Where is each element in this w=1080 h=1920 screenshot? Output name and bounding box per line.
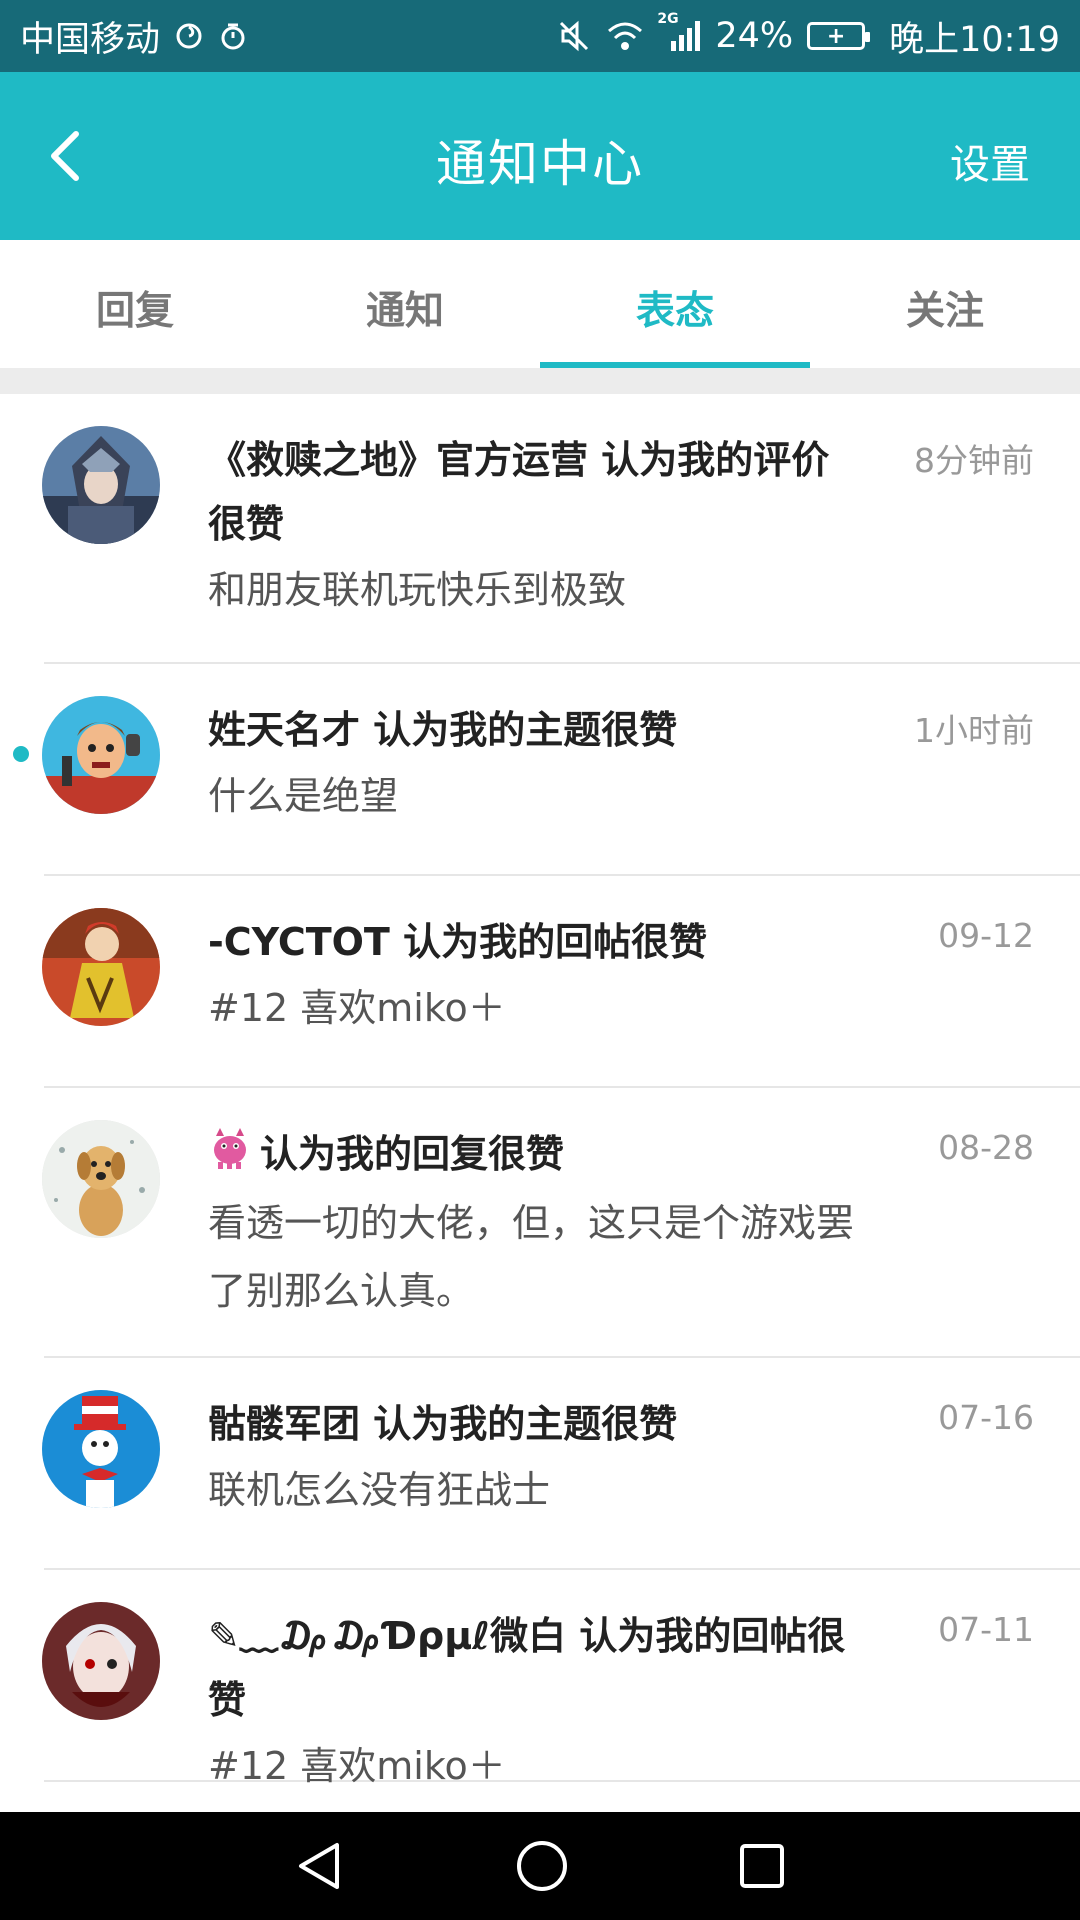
cartoon-man-avatar-icon[interactable] [42, 696, 160, 814]
notification-title: ✎﹏₯₯Ɗρμℓ微白 认为我的回帖很赞 [208, 1614, 846, 1722]
notification-time: 09-12 [938, 916, 1034, 955]
notification-item[interactable]: -CYCTOT 认为我的回帖很赞 #12 喜欢miko＋ 09-12 [42, 876, 1080, 1088]
battery-icon: + [807, 22, 871, 50]
cartoon-hero-avatar-icon[interactable] [42, 908, 160, 1026]
monster-emoji-icon [208, 1125, 252, 1189]
armored-knight-avatar-icon[interactable] [42, 426, 160, 544]
notification-time: 07-11 [938, 1610, 1034, 1649]
notification-center-screen: 中国移动 2G 24% + 晚上10:19 通知中心 设置 回复 通知 表态 关… [0, 0, 1080, 1920]
dog-avatar-icon[interactable] [42, 1120, 160, 1238]
unread-dot [13, 746, 29, 762]
settings-button[interactable]: 设置 [950, 132, 1030, 190]
home-circle-icon[interactable] [514, 1838, 570, 1894]
tab-bar: 回复 通知 表态 关注 [0, 240, 1080, 368]
notification-item[interactable]: 骷髅军团 认为我的主题很赞 联机怎么没有狂战士 07-16 [42, 1358, 1080, 1570]
alarm-icon [218, 21, 248, 51]
notification-snippet: 和朋友联机玩快乐到极致 [208, 568, 627, 612]
notification-snippet: 什么是绝望 [208, 774, 399, 818]
carrier-label: 中国移动 [20, 19, 161, 60]
notification-snippet: 联机怎么没有狂战士 [208, 1468, 551, 1512]
back-triangle-icon[interactable] [293, 1839, 347, 1893]
notification-title: 认为我的回复很赞 [208, 1122, 860, 1189]
notification-title: 《救赎之地》官方运营 认为我的评价很赞 [208, 438, 830, 546]
sync-icon [174, 21, 204, 51]
tab-follow[interactable]: 关注 [810, 240, 1080, 368]
network-type-label: 2G [657, 11, 679, 27]
tab-reply[interactable]: 回复 [0, 240, 270, 368]
notification-item[interactable]: 《救赎之地》官方运营 认为我的评价很赞 和朋友联机玩快乐到极致 8分钟前 [42, 394, 1080, 664]
notification-snippet: #12 喜欢miko＋ [208, 986, 506, 1030]
wifi-icon [605, 19, 645, 53]
notification-time: 07-16 [938, 1398, 1034, 1437]
notification-time: 1小时前 [914, 711, 1034, 750]
notification-title-text: 认为我的回复很赞 [260, 1132, 565, 1176]
system-navigation-bar [0, 1812, 1080, 1920]
mute-icon [557, 19, 591, 53]
notification-time: 08-28 [938, 1128, 1034, 1167]
tab-reaction[interactable]: 表态 [540, 240, 810, 368]
notification-item[interactable]: 姓天名才 认为我的主题很赞 什么是绝望 1小时前 [13, 664, 1080, 876]
header-bar: 通知中心 设置 [0, 72, 1080, 240]
notification-time: 8分钟前 [914, 441, 1034, 480]
tab-notice[interactable]: 通知 [270, 240, 540, 368]
notification-item[interactable]: ✎﹏₯₯Ɗρμℓ微白 认为我的回帖很赞 #12 喜欢miko＋ 07-11 [42, 1570, 1080, 1788]
battery-percent: 24% [715, 16, 794, 56]
notification-item[interactable]: 认为我的回复很赞 看透一切的大佬，但，这只是个游戏罢了别那么认真。 08-28 [42, 1088, 1080, 1358]
status-bar: 中国移动 2G 24% + 晚上10:19 [0, 0, 1080, 72]
recents-square-icon[interactable] [737, 1841, 787, 1891]
notification-title: 姓天名才 认为我的主题很赞 [208, 708, 678, 752]
notification-snippet: 看透一切的大佬，但，这只是个游戏罢了别那么认真。 [208, 1200, 855, 1313]
notification-title: -CYCTOT 认为我的回帖很赞 [208, 920, 708, 964]
tab-divider [0, 368, 1080, 394]
cat-in-hat-avatar-icon[interactable] [42, 1390, 160, 1508]
page-title: 通知中心 [436, 135, 644, 193]
notification-title: 骷髅军团 认为我的主题很赞 [208, 1402, 678, 1446]
signal-icon: 2G [657, 11, 701, 53]
clock: 晚上10:19 [889, 19, 1060, 60]
notification-snippet: #12 喜欢miko＋ [208, 1744, 506, 1788]
anime-character-avatar-icon[interactable] [42, 1602, 160, 1720]
notification-list: 《救赎之地》官方运营 认为我的评价很赞 和朋友联机玩快乐到极致 8分钟前 姓天名… [0, 394, 1080, 1788]
